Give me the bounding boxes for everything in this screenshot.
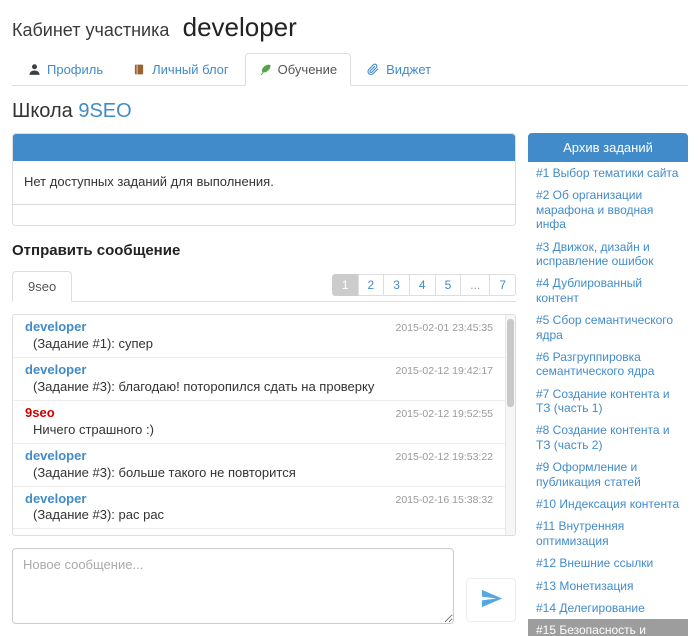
archive-item-8[interactable]: #8 Создание контента и ТЗ (часть 2) bbox=[528, 419, 688, 456]
page-title-username: developer bbox=[183, 12, 297, 42]
school-link[interactable]: 9SEO bbox=[78, 100, 131, 122]
archive-item-7[interactable]: #7 Создание контента и ТЗ (часть 1) bbox=[528, 383, 688, 420]
message-head: developer 2015-02-01 23:45:35 bbox=[25, 320, 493, 335]
tab-training[interactable]: Обучение bbox=[245, 53, 351, 86]
message-item: developer 2015-02-16 15:38:32 (Задание #3)… bbox=[13, 487, 505, 530]
page-button-2[interactable]: 2 bbox=[358, 274, 385, 296]
compose-row bbox=[12, 548, 516, 624]
message-timestamp: 2015-02-16 15:38:32 bbox=[396, 494, 494, 506]
task-archive-sidebar: Архив заданий #1 Выбор тематики сайта#2 … bbox=[528, 133, 688, 636]
page-button-7[interactable]: 7 bbox=[489, 274, 516, 296]
paper-plane-icon bbox=[480, 587, 503, 613]
tasks-empty-message: Нет доступных заданий для выполнения. bbox=[13, 161, 515, 204]
chat-header: 9seo 12345...7 bbox=[12, 271, 516, 302]
message-item: developer 2015-02-12 19:53:22 (Задание #3)… bbox=[13, 444, 505, 487]
archive-item-15[interactable]: #15 Безопасность и ответы на вопросы bbox=[528, 619, 688, 636]
archive-item-12[interactable]: #12 Внешние ссылки bbox=[528, 552, 688, 574]
message-text: Ничего страшного :) bbox=[25, 423, 493, 438]
tab-profile[interactable]: Профиль bbox=[14, 53, 117, 86]
pagination: 12345...7 bbox=[332, 274, 516, 296]
school-title: Школа 9SEO bbox=[12, 100, 688, 123]
page-button-5[interactable]: 5 bbox=[435, 274, 462, 296]
page-title: Кабинет участника developer bbox=[12, 12, 688, 43]
message-author[interactable]: 9seo bbox=[25, 406, 55, 421]
participant-cabinet-page: Кабинет участника developer Профиль Личны… bbox=[0, 0, 700, 636]
chat-tab-label: 9seo bbox=[28, 279, 56, 294]
archive-item-5[interactable]: #5 Сбор семантического ядра bbox=[528, 309, 688, 346]
messages-scrollbar[interactable] bbox=[505, 315, 515, 535]
main-column: Нет доступных заданий для выполнения. От… bbox=[12, 133, 516, 624]
tasks-panel-header bbox=[13, 134, 515, 161]
content-row: Нет доступных заданий для выполнения. От… bbox=[12, 133, 688, 636]
message-text: (Задание #3): больше такого не повторитс… bbox=[25, 466, 493, 481]
archive-item-2[interactable]: #2 Об организации марафона и вводная инф… bbox=[528, 184, 688, 235]
message-item: 9seo 2015-02-12 19:52:55 Ничего страшного … bbox=[13, 401, 505, 444]
message-author[interactable]: developer bbox=[25, 363, 86, 378]
user-icon bbox=[28, 63, 41, 76]
send-message-button[interactable] bbox=[466, 578, 516, 622]
chat-tab-9seo[interactable]: 9seo bbox=[12, 271, 72, 302]
message-author[interactable]: developer bbox=[25, 449, 86, 464]
task-archive-list: #1 Выбор тематики сайта#2 Об организации… bbox=[528, 162, 688, 636]
message-head: developer 2015-02-12 19:42:17 bbox=[25, 363, 493, 378]
archive-item-13[interactable]: #13 Монетизация bbox=[528, 575, 688, 597]
messages-list: developer 2015-02-01 23:45:35 (Задание #1)… bbox=[12, 314, 516, 536]
archive-item-1[interactable]: #1 Выбор тематики сайта bbox=[528, 162, 688, 184]
page-button-4[interactable]: 4 bbox=[409, 274, 436, 296]
message-head: 9seo 2015-02-12 19:52:55 bbox=[25, 406, 493, 421]
archive-item-11[interactable]: #11 Внутренняя оптимизация bbox=[528, 515, 688, 552]
archive-item-6[interactable]: #6 Разгруппировка семантического ядра bbox=[528, 346, 688, 383]
message-timestamp: 2015-02-12 19:53:22 bbox=[396, 451, 494, 463]
main-tabs: Профиль Личный блог Обучение Виджет bbox=[12, 53, 688, 86]
message-item: developer 2015-02-12 19:42:17 (Задание #3)… bbox=[13, 358, 505, 401]
messages-scrollbar-thumb[interactable] bbox=[507, 319, 514, 407]
paperclip-icon bbox=[367, 63, 380, 76]
page-button-1[interactable]: 1 bbox=[332, 274, 359, 296]
archive-item-9[interactable]: #9 Оформление и публикация статей bbox=[528, 456, 688, 493]
leaf-icon bbox=[259, 63, 272, 76]
page-button-3[interactable]: 3 bbox=[383, 274, 410, 296]
tab-blog[interactable]: Личный блог bbox=[119, 53, 243, 86]
tasks-panel: Нет доступных заданий для выполнения. bbox=[12, 133, 516, 226]
archive-item-10[interactable]: #10 Индексация контента bbox=[528, 493, 688, 515]
message-author[interactable]: developer bbox=[25, 320, 86, 335]
tab-label: Виджет bbox=[386, 62, 431, 77]
message-head: developer 2015-02-16 15:38:32 bbox=[25, 492, 493, 507]
new-message-input[interactable] bbox=[12, 548, 454, 624]
archive-item-3[interactable]: #3 Движок, дизайн и исправление ошибок bbox=[528, 236, 688, 273]
tab-widget[interactable]: Виджет bbox=[353, 53, 445, 86]
tab-label: Обучение bbox=[278, 62, 337, 77]
messages-inner: developer 2015-02-01 23:45:35 (Задание #1)… bbox=[13, 315, 505, 529]
task-archive-header: Архив заданий bbox=[528, 133, 688, 162]
archive-item-14[interactable]: #14 Делегирование bbox=[528, 597, 688, 619]
message-author[interactable]: developer bbox=[25, 492, 86, 507]
message-timestamp: 2015-02-12 19:52:55 bbox=[396, 408, 494, 420]
archive-item-4[interactable]: #4 Дублированный контент bbox=[528, 272, 688, 309]
book-icon bbox=[133, 63, 146, 76]
tab-label: Личный блог bbox=[152, 62, 229, 77]
send-message-title: Отправить сообщение bbox=[12, 242, 516, 259]
message-text: (Задание #3): благодаю! поторопился сдат… bbox=[25, 380, 493, 395]
page-title-prefix: Кабинет участника bbox=[12, 20, 169, 40]
message-timestamp: 2015-02-12 19:42:17 bbox=[396, 365, 494, 377]
tasks-panel-footer bbox=[13, 204, 515, 225]
message-text: (Задание #1): супер bbox=[25, 337, 493, 352]
message-head: developer 2015-02-12 19:53:22 bbox=[25, 449, 493, 464]
message-item: developer 2015-02-01 23:45:35 (Задание #1)… bbox=[13, 315, 505, 358]
pagination-ellipsis: ... bbox=[460, 274, 490, 296]
tab-label: Профиль bbox=[47, 62, 103, 77]
message-timestamp: 2015-02-01 23:45:35 bbox=[396, 322, 494, 334]
message-text: (Задание #3): рас рас bbox=[25, 508, 493, 523]
school-label: Школа bbox=[12, 100, 73, 122]
